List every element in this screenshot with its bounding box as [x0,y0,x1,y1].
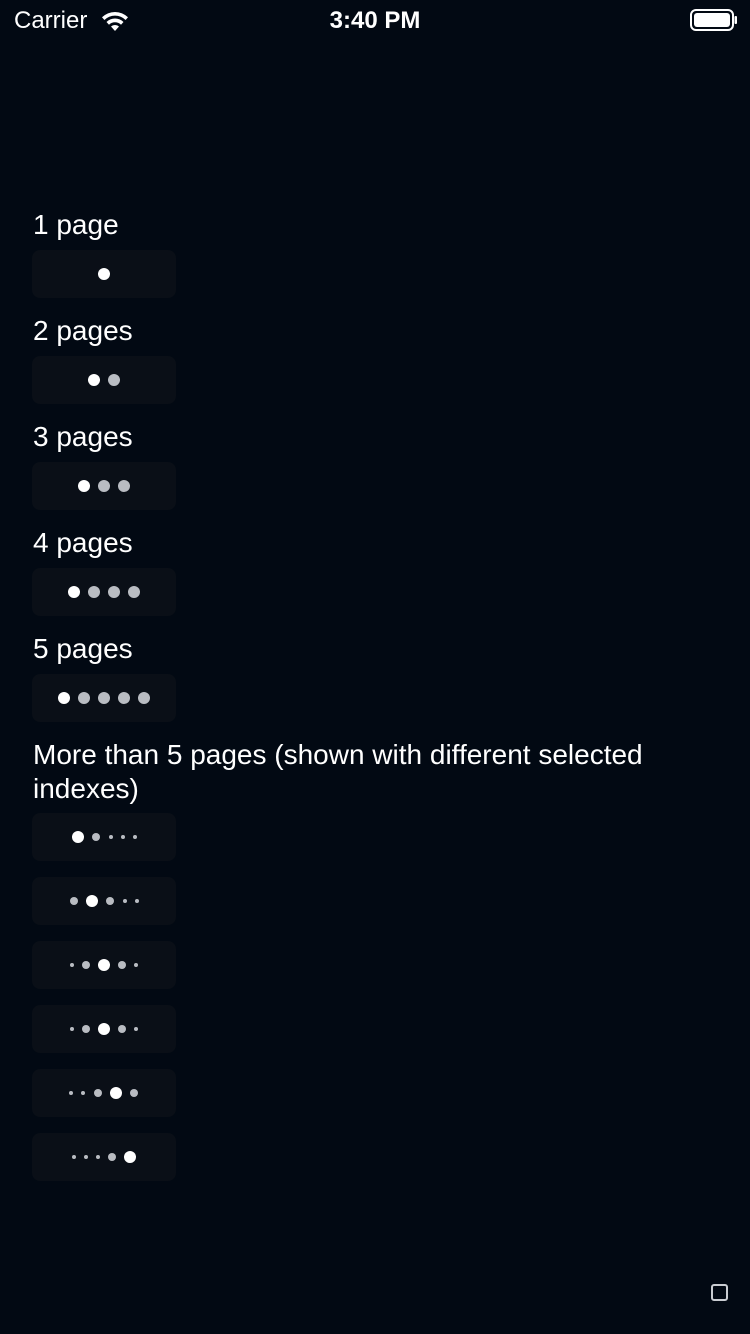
page-dot-tiny[interactable] [70,1027,74,1031]
page-dot-active[interactable] [98,959,110,971]
page-dot-small[interactable] [82,961,90,969]
page-dot[interactable] [118,480,130,492]
page-dot-active[interactable] [110,1087,122,1099]
page-dot[interactable] [78,692,90,704]
section-label-4-pages: 4 pages [33,527,133,558]
page-dot-small[interactable] [106,897,114,905]
page-dot[interactable] [88,586,100,598]
page-indicator-more-5[interactable] [32,1069,176,1117]
page-dot-active[interactable] [124,1151,136,1163]
page-dot-small[interactable] [82,1025,90,1033]
section-label-1-page: 1 page [33,209,119,240]
page-dot-small[interactable] [130,1089,138,1097]
section-label-2-pages: 2 pages [33,315,133,346]
page-dot-small[interactable] [70,897,78,905]
page-dot-tiny[interactable] [84,1155,88,1159]
page-dot[interactable] [108,586,120,598]
page-dot-active[interactable] [98,1023,110,1035]
section-label-more-than-5-pages: More than 5 pages (shown with different … [33,739,643,804]
section-label-3-pages: 3 pages [33,421,133,452]
page-dot-tiny[interactable] [81,1091,85,1095]
page-indicator-4[interactable] [32,568,176,616]
page-indicator-1[interactable] [32,250,176,298]
page-dot[interactable] [98,692,110,704]
page-dot-tiny[interactable] [134,1027,138,1031]
page-dot-tiny[interactable] [134,963,138,967]
page-dot-tiny[interactable] [121,835,125,839]
page-dot-active[interactable] [98,268,110,280]
square-outline-icon[interactable] [711,1284,728,1301]
page-dot-active[interactable] [86,895,98,907]
page-dot-tiny[interactable] [69,1091,73,1095]
page-dot[interactable] [138,692,150,704]
page-dot-tiny[interactable] [96,1155,100,1159]
status-bar: Carrier 3:40 PM [0,0,750,40]
page-dot-active[interactable] [58,692,70,704]
page-indicator-more-2[interactable] [32,877,176,925]
page-dot-active[interactable] [78,480,90,492]
page-dot-small[interactable] [118,1025,126,1033]
page-indicator-more-3[interactable] [32,941,176,989]
page-dot-tiny[interactable] [135,899,139,903]
page-dot-tiny[interactable] [109,835,113,839]
battery-icon [690,9,737,31]
page-dot-active[interactable] [68,586,80,598]
page-dot[interactable] [98,480,110,492]
page-dot-tiny[interactable] [72,1155,76,1159]
page-indicator-more-4[interactable] [32,1005,176,1053]
page-indicator-more-1[interactable] [32,813,176,861]
page-dot[interactable] [128,586,140,598]
page-dot-small[interactable] [108,1153,116,1161]
page-dot-tiny[interactable] [70,963,74,967]
page-indicator-3[interactable] [32,462,176,510]
page-indicator-2[interactable] [32,356,176,404]
page-dot-active[interactable] [72,831,84,843]
page-indicator-more-6[interactable] [32,1133,176,1181]
page-dot-small[interactable] [92,833,100,841]
page-dot-small[interactable] [94,1089,102,1097]
page-dot-small[interactable] [118,961,126,969]
page-indicator-5[interactable] [32,674,176,722]
page-dot-tiny[interactable] [123,899,127,903]
status-time: 3:40 PM [329,7,421,34]
page-dot-tiny[interactable] [133,835,137,839]
page-dot-active[interactable] [88,374,100,386]
page-dot[interactable] [118,692,130,704]
section-label-5-pages: 5 pages [33,633,133,664]
screen: Carrier 3:40 PM 1 page 2 pages 3 pages 4… [0,0,750,1334]
page-dot[interactable] [108,374,120,386]
